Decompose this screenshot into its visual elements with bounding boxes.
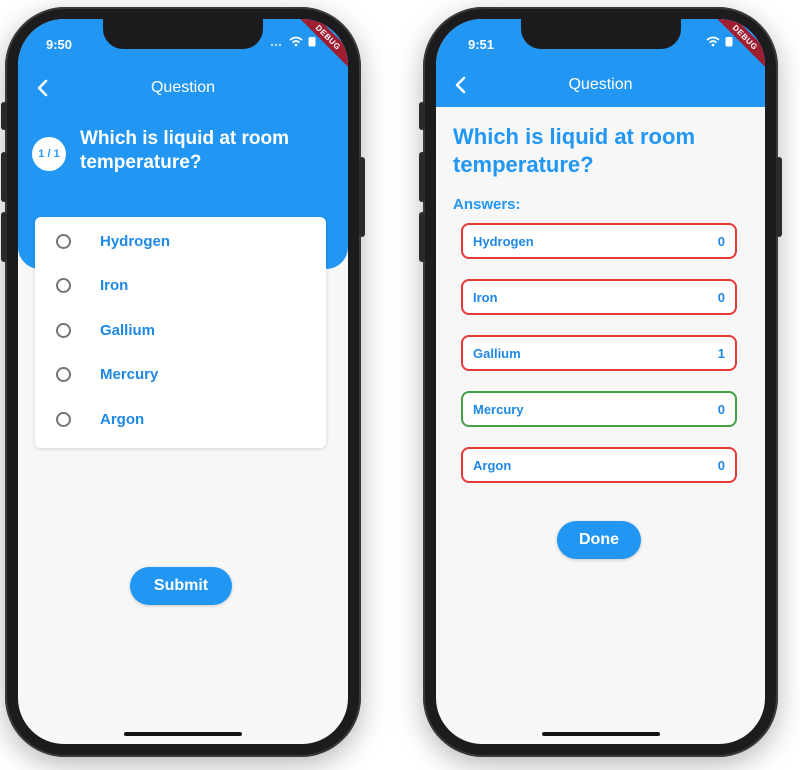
answer-name: Mercury [473,401,524,417]
question-screen: 9:50 DEBUG Question 1 / 1 Which is liqui… [18,19,348,744]
option-label: Hydrogen [100,232,171,250]
option-mercury[interactable]: Mercury [35,353,326,398]
app-bar-title: Question [150,79,216,96]
battery-icon [725,37,733,47]
radio-button[interactable] [56,367,71,383]
home-indicator [541,732,660,736]
radio-button[interactable] [56,411,71,427]
answer-count: 0 [717,289,725,305]
answer-name: Gallium [473,345,521,361]
option-argon[interactable]: Argon [35,397,326,442]
answer-row-iron: Iron 0 [461,279,737,315]
option-label: Argon [100,410,145,428]
phone-frame-right: 9:51 DEBUG Question Which is liquid at r… [419,7,782,757]
answer-name: Argon [473,457,512,473]
notch [520,19,681,49]
answer-name: Hydrogen [473,233,534,249]
answer-count: 0 [717,401,725,417]
radio-button[interactable] [56,322,71,338]
wifi-icon [706,36,720,47]
power-button [359,157,365,237]
answer-count: 0 [717,457,725,473]
answer-row-gallium: Gallium 1 [461,335,737,371]
question-text: Which is liquid at room temperature? [80,128,289,173]
options-card: Hydrogen Iron Gallium Mercury Argon [35,217,326,448]
volume-down-button [1,212,7,262]
app-bar: Question [436,70,765,100]
submit-button[interactable]: Submit [130,567,232,605]
mute-switch [419,102,425,130]
option-label: Gallium [100,321,156,339]
notch [103,19,263,49]
wifi-icon [289,36,303,47]
option-gallium[interactable]: Gallium [35,308,326,353]
done-button[interactable]: Done [557,521,641,559]
power-button [776,157,782,237]
option-hydrogen[interactable]: Hydrogen [35,219,326,264]
radio-button[interactable] [56,233,71,249]
status-icons [270,36,316,47]
mute-switch [1,102,7,130]
phone-frame-left: 9:50 DEBUG Question 1 / 1 Which is liqui… [1,7,365,757]
back-arrow-icon[interactable] [450,74,472,96]
volume-up-button [419,152,425,202]
answer-count: 0 [717,233,725,249]
option-label: Mercury [100,366,159,384]
answers-heading: Answers: [453,196,521,213]
answer-row-mercury: Mercury 0 [461,391,737,427]
cellular-signal-icon [270,43,282,46]
status-time: 9:51 [468,37,495,52]
option-iron[interactable]: Iron [35,264,326,309]
app-bar: Question [18,73,348,103]
answer-row-argon: Argon 0 [461,447,737,483]
home-indicator [124,732,242,736]
question-text: Which is liquid at room temperature? [453,124,695,177]
battery-icon [308,37,316,47]
status-time: 9:50 [46,37,73,52]
status-icons [706,36,733,47]
radio-button[interactable] [56,278,71,294]
results-screen: 9:51 DEBUG Question Which is liquid at r… [436,19,765,744]
answer-count: 1 [717,345,725,361]
answer-row-hydrogen: Hydrogen 0 [461,223,737,259]
back-arrow-icon[interactable] [32,77,54,99]
question-counter-badge: 1 / 1 [32,137,66,171]
option-label: Iron [100,277,129,295]
answer-name: Iron [473,289,498,305]
volume-down-button [419,212,425,262]
app-bar-title: Question [568,76,633,93]
volume-up-button [1,152,7,202]
